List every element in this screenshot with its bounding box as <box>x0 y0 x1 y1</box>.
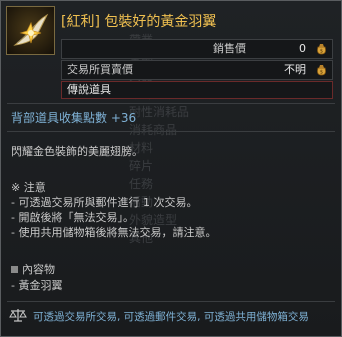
item-description: 閃耀金色裝飾的美麗翅膀。 <box>11 145 143 158</box>
trade-info: 可透過交易所交易, 可透過郵件交易, 可透過共用儲物箱交易 <box>33 311 309 323</box>
note-line: - 使用共用儲物箱後將無法交易，請注意。 <box>11 226 217 239</box>
bg-menu-item: 耐性消耗品 <box>129 105 190 119</box>
note-line: - 開啟後將「無法交易」。 <box>11 211 134 224</box>
svg-text:$: $ <box>320 70 323 76</box>
coin-pouch-icon: $ <box>317 44 326 55</box>
golden-wing-icon <box>6 6 55 55</box>
bg-menu-item: 任務 <box>129 177 154 191</box>
divider <box>7 103 335 104</box>
item-title: [紅利] 包裝好的黃金羽翼 <box>61 14 217 30</box>
note-line: - 可透過交易所與郵件進行 1 次交易。 <box>11 196 198 209</box>
grade-badge: 傳說道具 <box>61 81 333 99</box>
trade-price-value: 不明 <box>284 63 306 76</box>
sell-price-row: 銷售價 0 $ <box>61 39 333 59</box>
contents-item: - 黃金羽翼 <box>11 279 63 292</box>
bg-menu-item: 碎片 <box>129 159 154 173</box>
divider <box>7 301 335 302</box>
divider <box>7 131 335 132</box>
trade-price-label: 交易所買賣價 <box>67 63 133 76</box>
svg-text:$: $ <box>320 49 323 55</box>
coin-pouch-icon: $ <box>317 65 326 76</box>
scale-icon <box>9 309 27 322</box>
sell-price-label: 銷售價 <box>213 42 246 55</box>
trade-price-row: 交易所買賣價 不明 $ <box>61 60 333 80</box>
sell-price-value: 0 <box>299 42 306 55</box>
collection-points: 背部道具收集點數 +36 <box>11 111 137 125</box>
grade-label: 傳說道具 <box>67 83 111 96</box>
contents-heading-label: 內容物 <box>22 263 55 276</box>
notes-heading: ※ 注意 <box>11 181 46 194</box>
square-bullet-icon <box>11 266 18 273</box>
item-tooltip: 帶業 全部 兵器 錶飾 耐性消耗品 消耗商品 材料 碎片 任務 活動 外貌造型 … <box>0 0 342 337</box>
contents-heading: 內容物 <box>11 261 55 277</box>
bg-menu-item: 消耗商品 <box>129 123 178 137</box>
